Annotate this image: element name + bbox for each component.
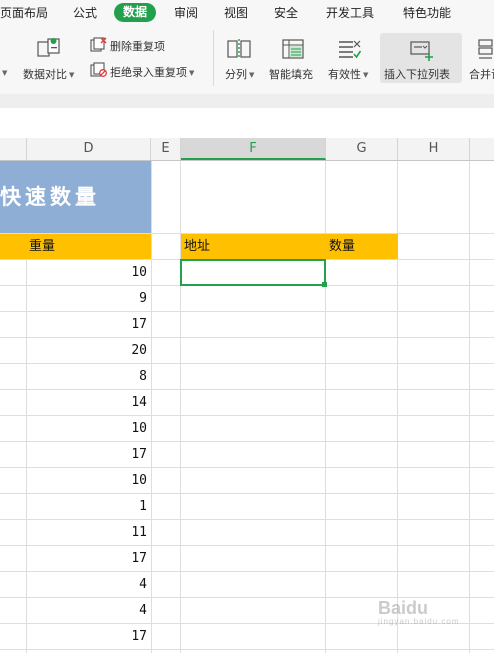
fill-handle[interactable] [322, 282, 327, 287]
column-header-i-clipped[interactable] [470, 138, 494, 160]
split-columns-button[interactable]: 分列 ▼ [225, 66, 254, 82]
tab-special-features[interactable]: 特色功能 [403, 0, 451, 26]
header-cell-quantity[interactable]: 数量 [326, 234, 398, 259]
weight-cell[interactable]: 10 [27, 468, 147, 494]
grid-line [151, 161, 152, 653]
sheet-title: 快速数量 [0, 184, 100, 209]
formula-area [0, 108, 494, 138]
tab-formulas[interactable]: 公式 [73, 0, 97, 26]
column-header-clipped[interactable] [0, 138, 27, 160]
weight-cell[interactable]: 17 [27, 442, 147, 468]
delete-duplicates-icon [90, 37, 107, 52]
weight-cell[interactable]: 17 [27, 312, 147, 338]
insert-dropdown-icon [410, 41, 433, 61]
grid-line [469, 161, 470, 653]
column-header-h[interactable]: H [398, 138, 470, 160]
weight-cell[interactable]: 11 [27, 520, 147, 546]
watermark-subtext: jingyan.baidu.com [378, 617, 460, 626]
weight-cell[interactable]: 10 [27, 416, 147, 442]
weight-cell[interactable]: 14 [27, 390, 147, 416]
reject-duplicates-label: 拒绝录入重复项 [110, 66, 187, 79]
reject-duplicates-icon [90, 62, 107, 77]
data-compare-button[interactable]: 数据对比 ▼ [23, 66, 74, 82]
weight-cell[interactable]: 4 [27, 572, 147, 598]
tab-security[interactable]: 安全 [274, 0, 298, 26]
ribbon-bottom-band [0, 94, 494, 109]
validity-icon [339, 40, 362, 59]
tab-data[interactable]: 数据 [114, 3, 157, 22]
weight-cell[interactable]: 8 [27, 364, 147, 390]
weight-cell[interactable]: 1 [27, 494, 147, 520]
weight-cell[interactable]: 10 [27, 260, 147, 286]
tab-developer[interactable]: 开发工具 [326, 0, 374, 26]
merge-calc-icon [478, 39, 493, 59]
active-cell-f[interactable] [180, 259, 326, 286]
reject-duplicates-button[interactable]: 拒绝录入重复项 ▼ [110, 64, 194, 80]
menu-bar: 页面布局 公式 数据 审阅 视图 安全 开发工具 特色功能 [0, 0, 494, 26]
weight-cell[interactable]: 17 [27, 624, 147, 650]
column-header-g[interactable]: G [326, 138, 398, 160]
smart-fill-button[interactable]: 智能填充 [269, 66, 313, 82]
smart-fill-icon [282, 39, 304, 59]
tab-page-layout[interactable]: 页面布局 [0, 0, 48, 26]
validity-button[interactable]: 有效性 ▼ [328, 66, 368, 82]
column-header-f[interactable]: F [181, 138, 326, 160]
insert-dropdown-label: 插入下拉列表 [384, 68, 450, 81]
column-header-row: D E F G H [0, 138, 494, 161]
split-columns-icon [227, 39, 251, 59]
spreadsheet-grid[interactable]: 快速数量 重量 地址 数量 10 9 17 20 8 14 10 17 10 1… [0, 161, 494, 653]
tab-review[interactable]: 审阅 [174, 0, 198, 26]
delete-duplicates-button[interactable]: 删除重复项 [110, 38, 165, 54]
weight-cell[interactable]: 20 [27, 338, 147, 364]
header-cell-weight[interactable]: 重量 [0, 234, 151, 259]
baidu-watermark: Baidu jingyan.baidu.com [378, 598, 459, 626]
column-header-e[interactable]: E [151, 138, 181, 160]
clipped-dropdown-caret[interactable]: ▼ [0, 66, 7, 79]
sheet-title-cell[interactable]: 快速数量 [0, 161, 151, 233]
ribbon-separator [213, 30, 214, 86]
weight-cell[interactable]: 4 [27, 598, 147, 624]
weight-cell[interactable]: 17 [27, 546, 147, 572]
tab-view[interactable]: 视图 [224, 0, 248, 26]
data-compare-label: 数据对比 [23, 68, 67, 81]
column-header-d[interactable]: D [27, 138, 151, 160]
validity-label: 有效性 [328, 68, 361, 81]
weight-cell[interactable]: 9 [27, 286, 147, 312]
merge-calc-button[interactable]: 合并计 [469, 66, 494, 82]
data-compare-icon [37, 38, 60, 57]
watermark-text: Baidu [378, 598, 429, 618]
header-cell-address[interactable]: 地址 [181, 234, 326, 259]
split-columns-label: 分列 [225, 68, 247, 81]
